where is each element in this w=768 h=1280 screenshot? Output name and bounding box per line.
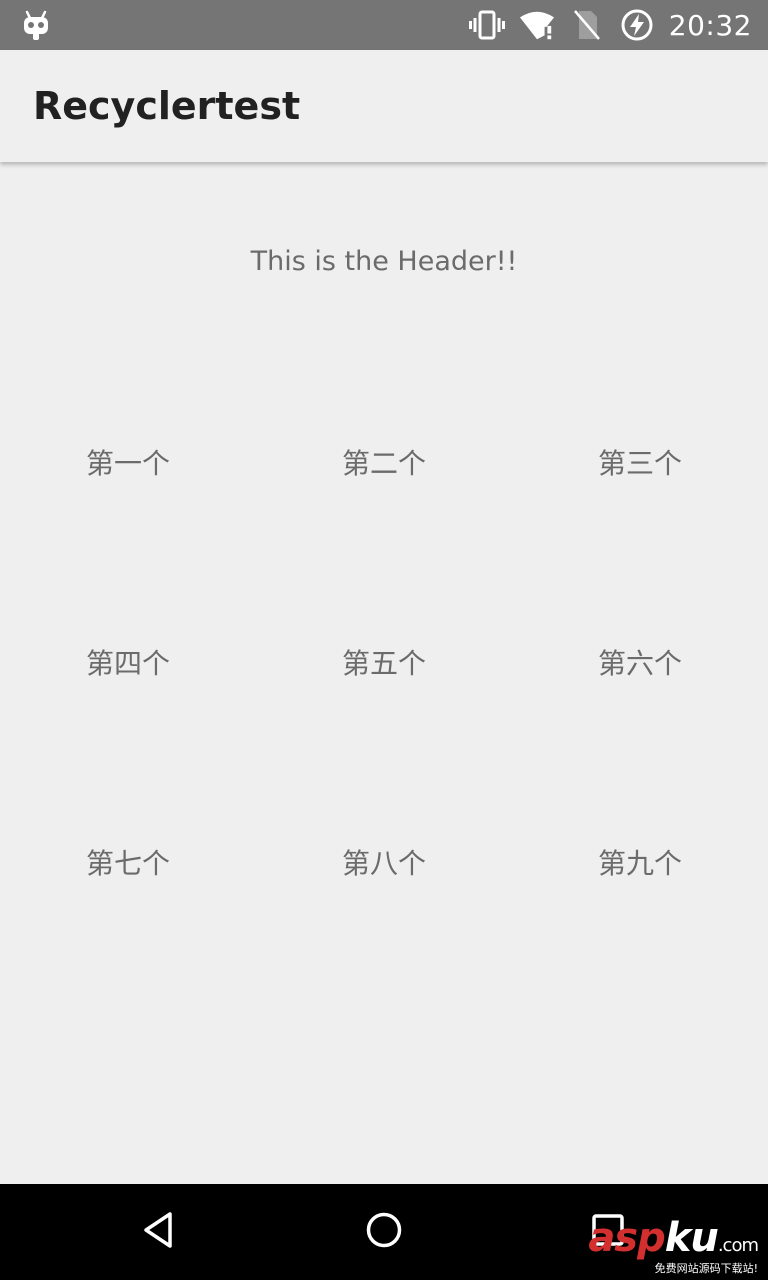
watermark-brand-b: ku [664,1215,719,1261]
grid-item[interactable]: 第五个 [256,562,512,762]
grid-item[interactable]: 第四个 [0,562,256,762]
status-icons: 20:32 [468,0,752,50]
grid-item[interactable]: 第六个 [512,562,768,762]
grid-item[interactable]: 第八个 [256,762,512,962]
app-bar: Recyclertest [0,50,768,162]
grid-item[interactable]: 第三个 [512,362,768,562]
wifi-no-internet-icon [519,7,555,43]
vibrate-icon [468,7,505,43]
app-title: Recyclertest [33,84,301,128]
navigation-bar: aspku.com 免费网站源码下载站! [0,1184,768,1280]
home-button[interactable] [360,1208,408,1256]
no-sim-icon [569,7,605,43]
grid-item[interactable]: 第九个 [512,762,768,962]
battery-charging-icon [619,7,655,43]
watermark-brand-a: asp [588,1215,665,1261]
item-grid: 第一个 第二个 第三个 第四个 第五个 第六个 第七个 第八个 第九个 [0,362,768,962]
status-bar: 20:32 [0,0,768,50]
watermark-tagline: 免费网站源码下载站! [654,1262,758,1275]
back-icon [140,1210,180,1255]
status-clock: 20:32 [668,8,752,42]
grid-item[interactable]: 第七个 [0,762,256,962]
watermark-brand-c: .com [717,1235,759,1256]
grid-item[interactable]: 第二个 [256,362,512,562]
recycler-header: This is the Header!! [250,246,518,277]
cyanogenmod-bugdroid-icon [22,9,50,41]
recycler-view[interactable]: This is the Header!! 第一个 第二个 第三个 第四个 第五个… [0,162,768,1184]
home-icon [364,1210,404,1255]
grid-item[interactable]: 第一个 [0,362,256,562]
watermark-logo: aspku.com 免费网站源码下载站! [588,1215,764,1276]
back-button[interactable] [136,1208,184,1256]
screen: 20:32 Recyclertest This is the Header!! … [0,0,768,1280]
